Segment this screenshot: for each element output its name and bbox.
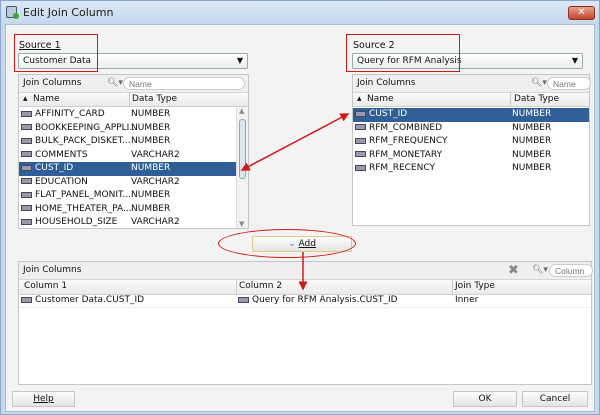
arrow-join-link xyxy=(240,113,350,171)
annotation-arrows xyxy=(240,113,350,291)
